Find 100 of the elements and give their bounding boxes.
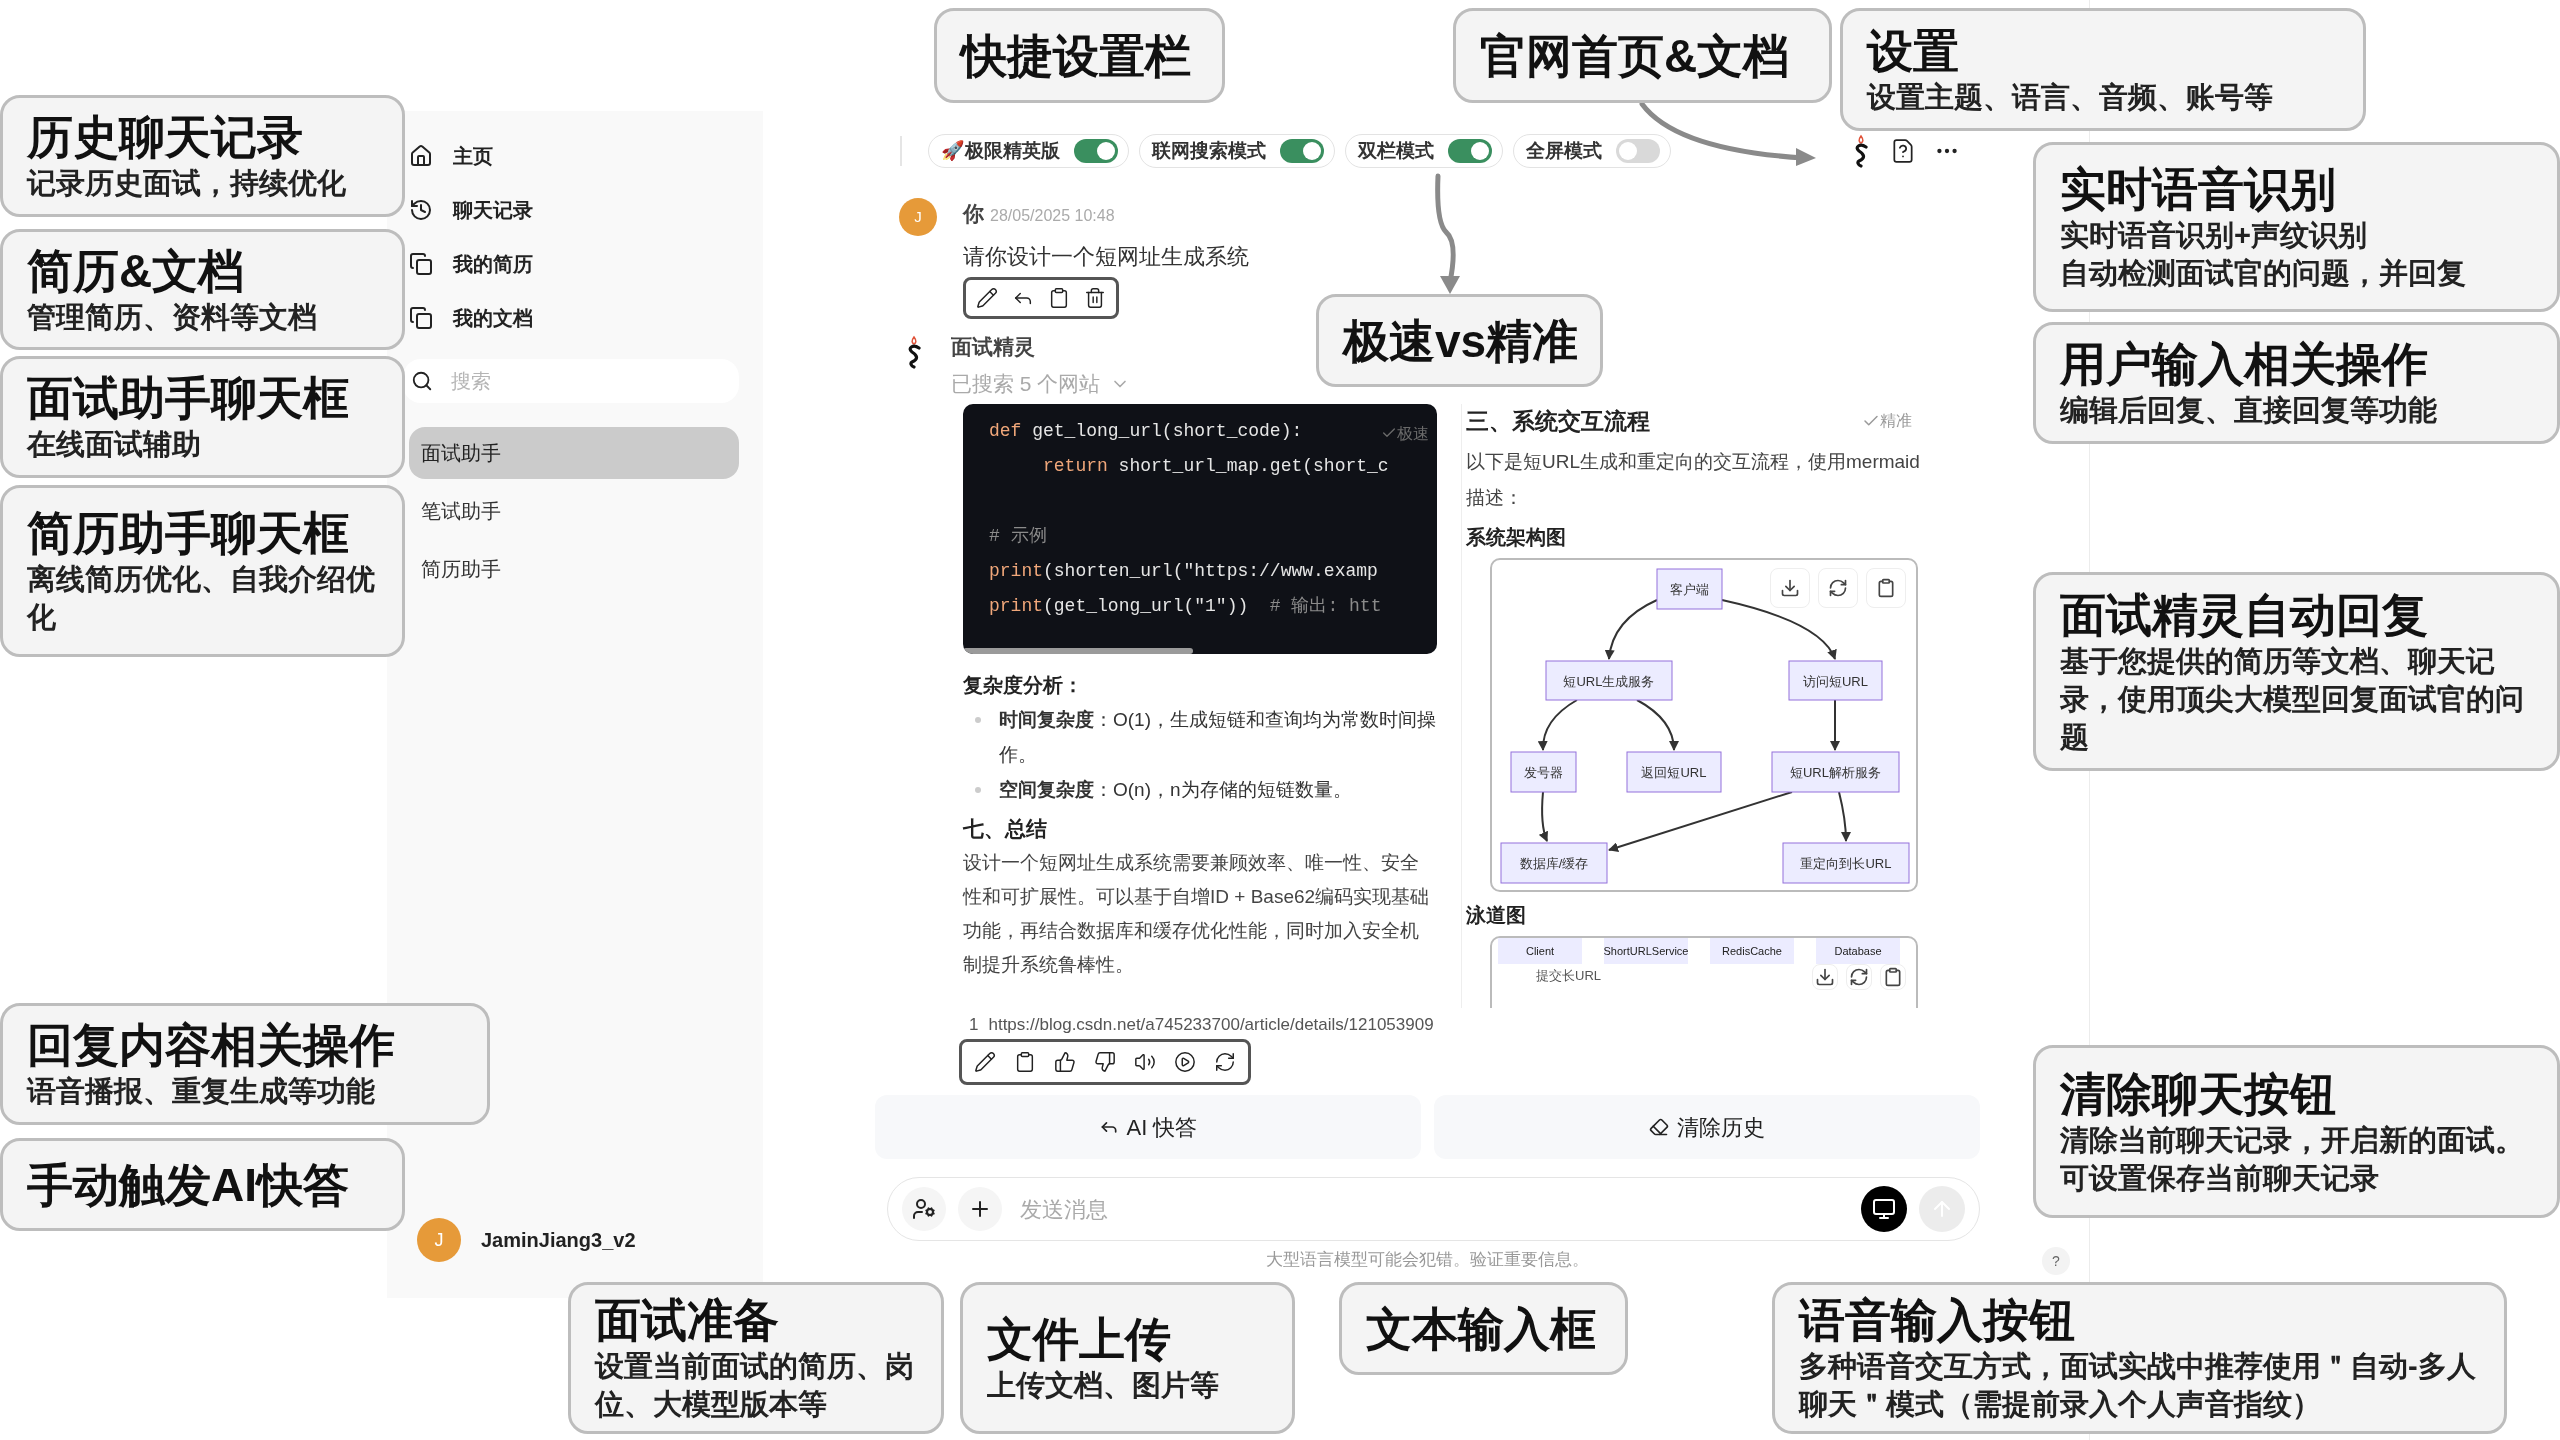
user-avatar: J <box>899 198 937 236</box>
callout-description: 编辑后回复、直接回复等功能 <box>2060 393 2438 428</box>
connector-arrow <box>1539 791 1549 842</box>
nav-item[interactable]: 主页 <box>403 129 747 183</box>
bullet-text: 空间复杂度：O(n)，n为存储的短链数量。 <box>999 777 1352 802</box>
callout-title: 回复内容相关操作 <box>27 1018 396 1072</box>
diagram-node: 重定向到长URL <box>1782 842 1910 884</box>
monitor-icon <box>1872 1197 1896 1221</box>
callout-description: 设置当前面试的简历、岗位、大模型版本等 <box>595 1349 915 1422</box>
assistant-item[interactable]: 笔试助手 <box>409 485 739 537</box>
toggle-switch[interactable] <box>1280 139 1324 163</box>
clipboard-icon <box>1883 967 1903 987</box>
lane-header: Database <box>1816 938 1900 964</box>
lane-header: RedisCache <box>1710 938 1794 964</box>
message-text: 请你设计一个短网址生成系统 <box>963 242 1249 271</box>
callout-description: 上传文档、图片等 <box>987 1368 1220 1403</box>
interview-setup-button[interactable] <box>902 1187 946 1231</box>
callout-description: 设置主题、语言、音频、账号等 <box>1867 79 2274 115</box>
callout-description: 在线面试辅助 <box>27 427 202 462</box>
connector-arrow <box>1605 599 1658 660</box>
download-button[interactable] <box>1770 568 1810 608</box>
callout-title: 文件上传 <box>987 1312 1172 1366</box>
search-field[interactable]: 搜索 <box>403 359 739 403</box>
refresh-icon <box>1828 578 1848 598</box>
toggle-switch[interactable] <box>1074 139 1118 163</box>
connector-arrow <box>1830 699 1840 751</box>
lane-header: Client <box>1498 938 1582 964</box>
code-line: return short_url_map.get(short_c <box>1042 454 1389 478</box>
code-line: # 示例 <box>989 524 1047 548</box>
thumbs-up-icon[interactable] <box>1054 1051 1076 1073</box>
lane-header: ShortURLService <box>1604 938 1688 964</box>
assistant-item[interactable]: 面试助手 <box>409 427 739 479</box>
delete-icon[interactable] <box>1084 286 1106 309</box>
section-heading: 复杂度分析： <box>963 672 1083 698</box>
edit-icon[interactable] <box>974 1051 996 1073</box>
copy-button[interactable] <box>1880 964 1906 990</box>
author-name: 你 <box>963 201 984 227</box>
play-icon[interactable] <box>1174 1051 1196 1073</box>
callout-title: 用户输入相关操作 <box>2060 337 2429 391</box>
refresh-button[interactable] <box>1818 568 1858 608</box>
mode-label: 精准 <box>1862 408 1912 433</box>
nav-item[interactable]: 聊天记录 <box>403 183 747 237</box>
message-time: 28/05/2025 10:48 <box>990 206 1115 226</box>
callout-title: 清除聊天按钮 <box>2060 1066 2337 1121</box>
callout-title: 历史聊天记录 <box>27 110 304 164</box>
callout-description: 语音播报、重复生成等功能 <box>27 1074 376 1109</box>
citation-link[interactable]: https://blog.csdn.net/a745233700/article/details/121053909 <box>988 1011 1434 1037</box>
lane-step-label: 提交长URL <box>1536 967 1601 985</box>
callout-description: 自动检测面试官的问题，并回复 <box>2060 256 2467 291</box>
user-gear-icon <box>912 1197 936 1221</box>
nav-item[interactable]: 我的文档 <box>403 291 747 345</box>
diagram-node: 短URL生成服务 <box>1545 660 1673 701</box>
assistant-item[interactable]: 简历助手 <box>409 543 739 595</box>
regenerate-icon[interactable] <box>1214 1051 1236 1073</box>
callout-title: 简历&文档 <box>27 243 246 298</box>
callout-description: 离线简历优化、自我介绍优化 <box>27 562 376 635</box>
message-input[interactable]: 发送消息 <box>1020 1192 1849 1226</box>
connector-arrow <box>1838 791 1851 842</box>
callout-title: 面试准备 <box>595 1293 780 1347</box>
copy-icon[interactable] <box>1048 286 1070 309</box>
nav-icon <box>409 144 433 168</box>
callout-title: 语音输入按钮 <box>1799 1293 2076 1347</box>
thumbs-down-icon[interactable] <box>1094 1051 1116 1073</box>
eraser-icon <box>1649 1117 1669 1137</box>
action-button[interactable]: AI 快答 <box>875 1095 1421 1159</box>
code-line: print(shorten_url("https://www.examp <box>989 559 1378 583</box>
toggle-switch[interactable] <box>1616 139 1660 163</box>
download-icon <box>1780 578 1800 598</box>
callout-description: 管理简历、资料等文档 <box>27 299 318 335</box>
callout-title: 极速vs精准 <box>1343 313 1576 368</box>
doc-help-icon[interactable] <box>1890 138 1916 164</box>
voice-input-button[interactable] <box>1861 1186 1907 1232</box>
summary-paragraph: 设计一个短网址生成系统需要兼顾效率、唯一性、安全性和可扩展性。可以基于自增ID + Base62编码实现基础功能，再结合数据库和缓存优化性能，同时加入安全机制提升系统鲁棒性。 <box>963 851 1431 977</box>
speaker-icon[interactable] <box>1134 1051 1156 1073</box>
download-button[interactable] <box>1812 964 1838 990</box>
bullet-text: 时间复杂度：O(1)，生成短链和查询均为常数时间操作。 <box>999 707 1437 767</box>
toggle-switch[interactable] <box>1448 139 1492 163</box>
toggle-label: 联网搜索模式 <box>1152 138 1266 163</box>
copy-icon[interactable] <box>1014 1051 1036 1073</box>
action-button[interactable]: 清除历史 <box>1434 1095 1980 1159</box>
connector-arrow <box>1636 699 1679 751</box>
callout-title: 面试精灵自动回复 <box>2060 587 2429 642</box>
callout-title: 快捷设置栏 <box>961 28 1192 83</box>
diagram-heading: 系统架构图 <box>1466 525 1566 550</box>
diagram-node: 短URL解析服务 <box>1771 751 1900 793</box>
callout-description: 清除当前聊天记录，开启新的面试。可设置保存当前聊天记录 <box>2060 1122 2525 1196</box>
help-button[interactable]: ? <box>2042 1247 2070 1275</box>
author-name: 面试精灵 <box>951 333 1035 360</box>
copy-button[interactable] <box>1866 568 1906 608</box>
callout-title: 手动触发AI快答 <box>27 1157 350 1212</box>
refresh-button[interactable] <box>1846 964 1872 990</box>
connector-arrow <box>1538 699 1578 751</box>
edit-icon[interactable] <box>976 286 998 309</box>
callout-description: 基于您提供的简历等文档、聊天记录，使用顶尖大模型回复面试官的问题 <box>2060 643 2525 755</box>
nav-icon <box>409 252 433 276</box>
upload-button[interactable] <box>958 1187 1002 1231</box>
diagram-node: 数据库/缓存 <box>1500 842 1608 884</box>
clipboard-icon <box>1876 578 1896 598</box>
nav-icon <box>409 306 433 330</box>
nav-item[interactable]: 我的简历 <box>403 237 747 291</box>
